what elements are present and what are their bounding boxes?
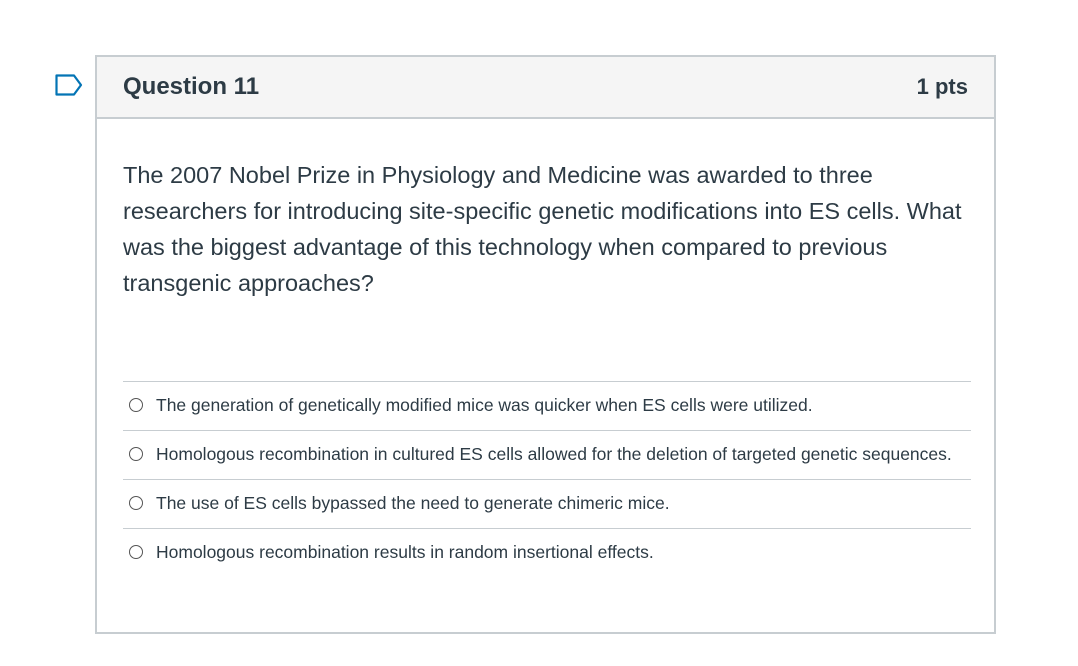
answer-label: Homologous recombination results in rand…: [156, 542, 654, 562]
question-body: The 2007 Nobel Prize in Physiology and M…: [97, 119, 994, 301]
answer-label: The generation of genetically modified m…: [156, 395, 813, 415]
question-title: Question 11: [123, 73, 260, 100]
answer-label: Homologous recombination in cultured ES …: [156, 444, 952, 464]
question-header: Question 11 1 pts: [97, 57, 994, 119]
flag-question-icon[interactable]: [55, 74, 83, 96]
answer-option[interactable]: Homologous recombination results in rand…: [123, 529, 971, 577]
answer-label: The use of ES cells bypassed the need to…: [156, 493, 670, 513]
question-points: 1 pts: [916, 74, 968, 99]
question-card: Question 11 1 pts The 2007 Nobel Prize i…: [95, 55, 996, 634]
radio-button[interactable]: [129, 398, 143, 412]
radio-button[interactable]: [129, 545, 143, 559]
answer-list: The generation of genetically modified m…: [123, 381, 971, 577]
answer-option[interactable]: The generation of genetically modified m…: [123, 382, 971, 431]
radio-button[interactable]: [129, 496, 143, 510]
radio-button[interactable]: [129, 447, 143, 461]
answer-option[interactable]: The use of ES cells bypassed the need to…: [123, 480, 971, 529]
question-text: The 2007 Nobel Prize in Physiology and M…: [123, 162, 962, 296]
answer-option[interactable]: Homologous recombination in cultured ES …: [123, 431, 971, 480]
